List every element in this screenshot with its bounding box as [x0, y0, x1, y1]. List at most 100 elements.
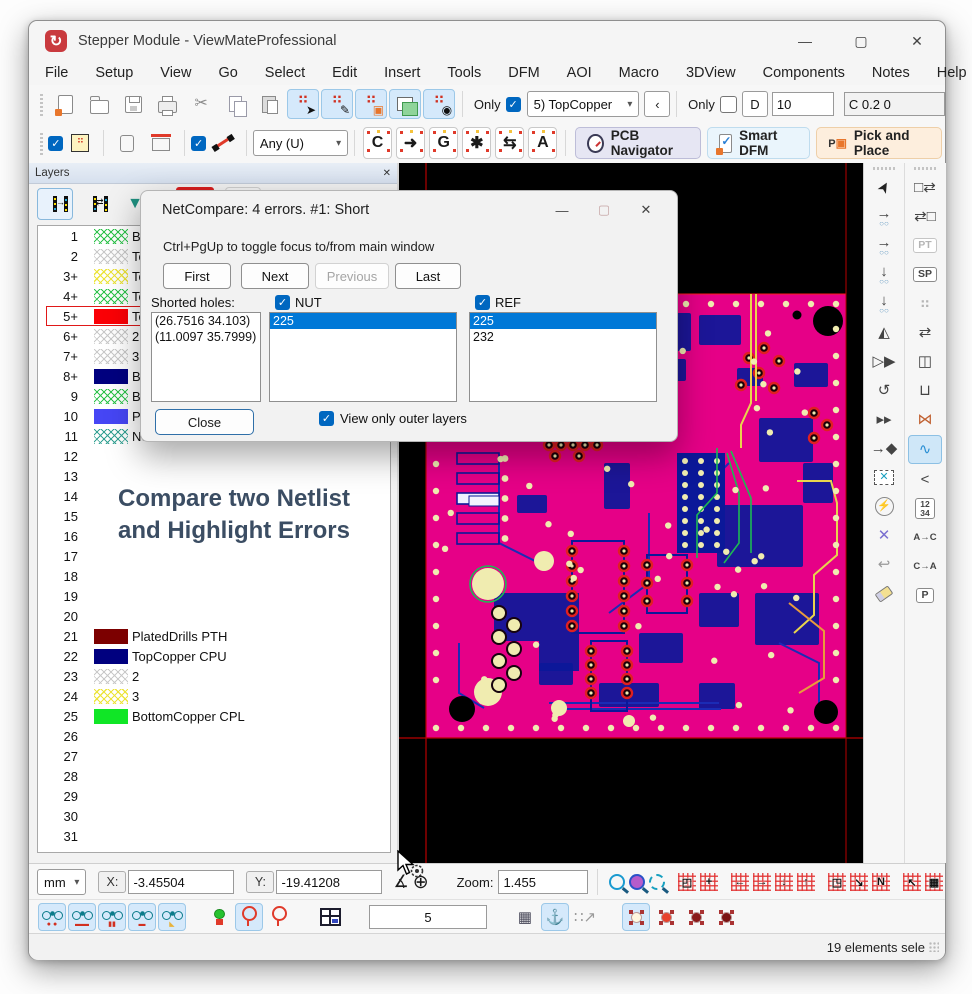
dcode-type-dropdown[interactable]: Any (U)▾	[253, 130, 348, 156]
view-outer-checkbox[interactable]: ✓	[319, 411, 334, 426]
power-button[interactable]: ⚡	[868, 493, 900, 520]
flip-button[interactable]: ▷▶	[868, 348, 900, 375]
filter-component-button[interactable]: C	[363, 127, 392, 159]
menu-dfm[interactable]: DFM	[508, 65, 539, 81]
net-bowtie-button[interactable]: ⋈	[909, 406, 941, 433]
filter-gerber-button[interactable]: G	[429, 127, 458, 159]
menu-notes[interactable]: Notes	[872, 65, 910, 81]
view-lines-button[interactable]: ▬	[128, 903, 156, 931]
grid-spacing-input[interactable]	[369, 905, 487, 929]
view-options-button[interactable]: ⠛◉	[423, 89, 455, 119]
layer-compare-button[interactable]	[37, 188, 73, 220]
smart-dfm-button[interactable]: ✓Smart DFM	[707, 127, 810, 159]
pcb-navigator-button[interactable]: PCB Navigator	[575, 127, 701, 159]
close-button[interactable]: ✕	[889, 21, 945, 61]
dialog-close-button[interactable]: ✕	[625, 202, 667, 218]
menu-view[interactable]: View	[160, 65, 191, 81]
layer-swap-button[interactable]	[77, 188, 113, 220]
snap-arrow-button[interactable]: ∷↗	[571, 903, 599, 931]
copy-down-button[interactable]: ↓○○	[868, 290, 900, 317]
layers-button[interactable]	[389, 89, 421, 119]
layer-color-swatch[interactable]	[94, 689, 128, 704]
view-origin-button[interactable]: ◰	[677, 868, 697, 896]
layer-color-swatch[interactable]	[94, 409, 128, 424]
menu-aoi[interactable]: AOI	[567, 65, 592, 81]
layer-color-swatch[interactable]	[94, 669, 128, 684]
layer-color-swatch[interactable]	[94, 329, 128, 344]
layer-row-31[interactable]: 31	[38, 826, 390, 846]
zoom-block-out-button[interactable]: ◳	[827, 868, 847, 896]
dcode-number-input[interactable]	[772, 92, 834, 116]
layer-row-28[interactable]: 28	[38, 766, 390, 786]
window-pane-button[interactable]	[316, 903, 344, 931]
nut-list[interactable]: 225	[269, 312, 457, 402]
last-button[interactable]: Last	[395, 263, 461, 289]
units-dropdown[interactable]: mm▾	[37, 869, 86, 895]
menu-components[interactable]: Components	[763, 65, 845, 81]
anchor-button[interactable]: ⚓	[541, 903, 569, 931]
pattern-select-button[interactable]: ▦	[924, 868, 944, 896]
angle-less-button[interactable]: <	[909, 466, 941, 493]
sp-tool-button[interactable]: SP	[909, 261, 941, 288]
layer-color-swatch[interactable]	[94, 249, 128, 264]
previous-button[interactable]: Previous	[315, 263, 389, 289]
p-tool-button[interactable]: P	[909, 582, 941, 609]
layer-color-swatch[interactable]	[94, 309, 128, 324]
list-item[interactable]: 232	[470, 329, 656, 345]
outline-shape-button[interactable]	[111, 128, 143, 158]
layer-color-swatch[interactable]	[94, 369, 128, 384]
layer-color-swatch[interactable]	[94, 389, 128, 404]
move-down-button[interactable]: ↓○○	[868, 261, 900, 288]
ref-list[interactable]: 225232	[469, 312, 657, 402]
resize-grip[interactable]	[929, 942, 939, 952]
probe-light-button[interactable]	[235, 903, 263, 931]
dialog-close-action-button[interactable]: Close	[155, 409, 254, 435]
rotate-button[interactable]: ↺	[868, 377, 900, 404]
drag-handle[interactable]	[914, 167, 936, 170]
layer-color-swatch[interactable]	[94, 229, 128, 244]
layers-panel-close-icon[interactable]: ✕	[383, 168, 391, 179]
layer-color-swatch[interactable]	[94, 269, 128, 284]
erase-button[interactable]	[868, 580, 900, 607]
drag-handle[interactable]	[40, 92, 43, 116]
pan-left-button[interactable]: ←	[730, 868, 750, 896]
cut-button[interactable]: ✂	[185, 89, 217, 119]
ref-checkbox[interactable]: ✓	[475, 295, 490, 310]
layer-color-swatch[interactable]	[94, 649, 128, 664]
layer-row-29[interactable]: 29	[38, 786, 390, 806]
list-item[interactable]: 225	[470, 313, 656, 329]
fit-selection-button[interactable]: ✕	[868, 464, 900, 491]
move-elements-button[interactable]: →○○	[868, 203, 900, 230]
drag-handle[interactable]	[40, 131, 43, 155]
highlight-darker-button[interactable]	[712, 903, 740, 931]
grid-toggle-button[interactable]: +	[699, 868, 719, 896]
mirror-button[interactable]: ◭	[868, 319, 900, 346]
traffic-light-button[interactable]	[205, 903, 233, 931]
list-item[interactable]: 225	[270, 313, 456, 329]
copy-to-layer-button[interactable]: □⇄	[909, 174, 941, 201]
drag-handle[interactable]	[873, 167, 895, 170]
pad-filter-checkbox[interactable]: ✓	[48, 136, 63, 151]
menu-help[interactable]: Help	[937, 65, 967, 81]
film-copy-button[interactable]: ◫	[909, 348, 941, 375]
probe-plain-button[interactable]	[265, 903, 293, 931]
menu-file[interactable]: File	[45, 65, 68, 81]
trace-filter-button[interactable]	[207, 128, 239, 158]
undo-button[interactable]: ↩	[868, 551, 900, 578]
zoom-block-button[interactable]: ↘	[849, 868, 869, 896]
list-item[interactable]: (11.0097 35.7999)	[152, 329, 260, 345]
filter-flash-button[interactable]: ✱	[462, 127, 491, 159]
nut-checkbox[interactable]: ✓	[275, 295, 290, 310]
layer-color-swatch[interactable]	[94, 289, 128, 304]
pick-and-place-button[interactable]: P▣Pick and Place	[816, 127, 942, 159]
layer-color-swatch[interactable]	[94, 709, 128, 724]
trace-filter-checkbox[interactable]: ✓	[191, 136, 206, 151]
new-file-button[interactable]	[49, 89, 81, 119]
menu-3dview[interactable]: 3DView	[686, 65, 736, 81]
edit-elements-button[interactable]: ⠛✎	[321, 89, 353, 119]
layer-row-18[interactable]: 18	[38, 566, 390, 586]
minimize-button[interactable]: —	[777, 21, 833, 61]
view-traces-button[interactable]: ▬▬	[68, 903, 96, 931]
swap-button[interactable]: ⇄	[909, 319, 941, 346]
dialog-maximize-button[interactable]: ▢	[583, 202, 625, 218]
